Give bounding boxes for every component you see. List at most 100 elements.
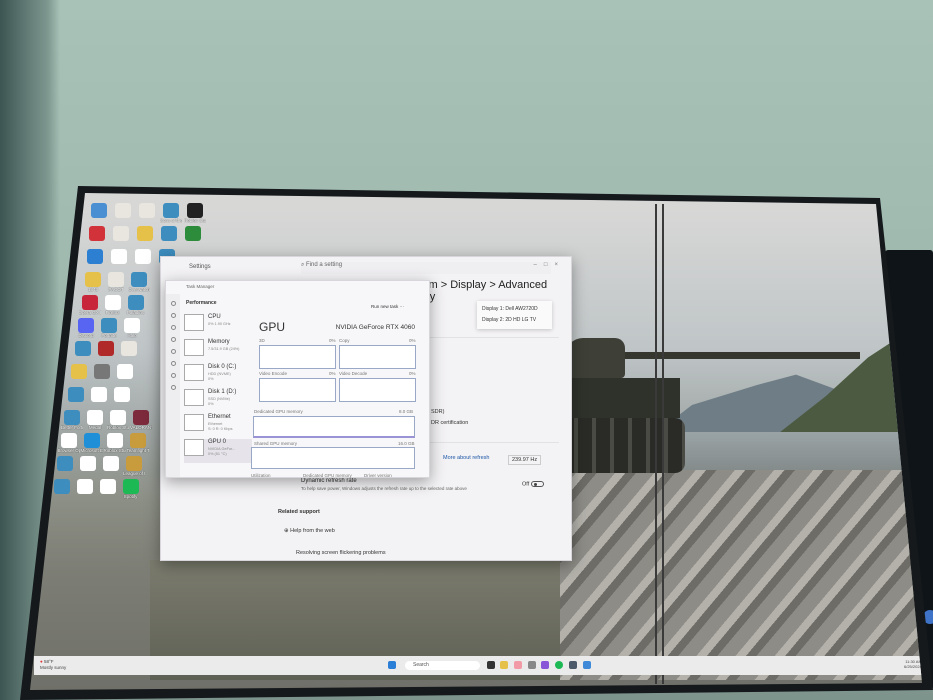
dynamic-refresh-toggle[interactable]: Off: [522, 481, 544, 487]
desktop-icon[interactable]: League of Legends: [123, 456, 145, 476]
desktop-icon[interactable]: Roblox Studio: [184, 203, 206, 223]
flicker-help-link[interactable]: Resolving screen flickering problems: [296, 550, 386, 556]
app-icon: [117, 364, 133, 379]
resource-item[interactable]: Memory 7.5/31.9 GB (24%): [184, 339, 252, 363]
desktop-icon[interactable]: [91, 364, 113, 379]
display-select-dropdown[interactable]: Display 1: Dell AW2720D Display 2: 2D HD…: [477, 301, 552, 329]
desktop-icon[interactable]: [112, 203, 134, 218]
desktop-icon[interactable]: Spotify: [120, 479, 142, 499]
app-icon: [94, 364, 110, 379]
desktop-icon[interactable]: [68, 364, 90, 379]
desktop-icon[interactable]: [134, 226, 156, 241]
desktop-icon[interactable]: [54, 456, 76, 471]
app-icon[interactable]: [583, 661, 591, 669]
resource-name: CPU: [208, 314, 221, 320]
display-option[interactable]: Display 1: Dell AW2720D: [482, 304, 547, 315]
desktop-icon[interactable]: [108, 249, 130, 264]
desktop-icon[interactable]: [100, 456, 122, 471]
app-icon[interactable]: [541, 661, 549, 669]
gpu-title: GPU: [259, 320, 286, 334]
desktop-icon[interactable]: Roblox Studio: [107, 410, 129, 430]
steam-icon[interactable]: [569, 661, 577, 669]
app-icon[interactable]: [528, 661, 536, 669]
desktop-icon[interactable]: [95, 341, 117, 356]
settings-search-input[interactable]: ⌕ Find a setting: [301, 262, 551, 274]
desktop-icon[interactable]: [114, 364, 136, 379]
taskbar-search[interactable]: Search: [405, 661, 480, 670]
nav-rail[interactable]: [166, 294, 180, 477]
window-controls[interactable]: –□×: [534, 262, 565, 268]
app-icon: [127, 295, 144, 310]
desktop-icon[interactable]: PACOT: [105, 272, 127, 292]
desktop-icon[interactable]: Browser Opera: [58, 433, 80, 453]
resource-stats: SSD (NVMe) 0%: [208, 397, 230, 406]
desktop-icon[interactable]: [72, 341, 94, 356]
app-icon: [78, 318, 94, 333]
window-title: Task Manager: [186, 284, 215, 289]
resource-item[interactable]: Disk 0 (C:) HDD (NVME) 0%: [184, 364, 252, 388]
desktop-icon-label: Browser Opera: [57, 448, 80, 453]
desktop-icon[interactable]: [88, 203, 110, 218]
desktop-icon[interactable]: [51, 479, 73, 494]
desktop-icon[interactable]: [111, 387, 133, 402]
task-manager-window: Task Manager Performance Run new task ··…: [165, 280, 430, 478]
desktop-icon[interactable]: Roblox Studio: [104, 433, 126, 453]
app-icon: [131, 272, 147, 287]
app-icon: [122, 479, 139, 494]
section-title: Performance: [186, 300, 217, 306]
app-icon: [83, 433, 100, 448]
desktop-icon[interactable]: [88, 387, 110, 402]
desktop-icon[interactable]: [84, 249, 106, 264]
screen-line-artifact: [655, 204, 657, 684]
resource-item[interactable]: Disk 1 (D:) SSD (NVMe) 0%: [184, 389, 252, 413]
desktop-icon[interactable]: [132, 249, 154, 264]
desktop-icon[interactable]: Firefox: [102, 295, 124, 315]
resource-item[interactable]: Ethernet Ethernet S: 0 R: 0 Kbps: [184, 414, 252, 438]
desktop-icon[interactable]: [77, 456, 99, 471]
run-new-task-button[interactable]: Run new task ···: [371, 304, 404, 309]
desktop-icon[interactable]: VALORANT: [130, 410, 152, 430]
resource-item[interactable]: GPU 0 NVIDIA GeFor... 0% (51 °C): [184, 439, 252, 463]
desktop-icon[interactable]: [110, 226, 132, 241]
resource-thumbnail-graph: [184, 414, 204, 431]
file-explorer-icon[interactable]: [500, 661, 508, 669]
app-icon: [163, 203, 179, 218]
desktop-icon[interactable]: Medal: [84, 410, 106, 430]
desktop-icon-label: 1843: [87, 287, 98, 292]
desktop-icon[interactable]: [118, 341, 140, 356]
resource-thumbnail-graph: [184, 314, 204, 331]
desktop-icon[interactable]: Teamfight Tactics: [127, 433, 149, 453]
desktop-icon[interactable]: Opera GX Browser: [79, 295, 101, 315]
desktop-icon[interactable]: Better Fortress: [61, 410, 83, 430]
display-option[interactable]: Display 2: 2D HD LG TV: [482, 315, 547, 326]
start-icon[interactable]: [388, 661, 396, 669]
app-icon: [60, 433, 77, 448]
resource-item[interactable]: CPU 0% 1.90 GHz: [184, 314, 252, 338]
opera-icon[interactable]: [514, 661, 522, 669]
more-about-refresh-link[interactable]: More about refresh: [443, 455, 489, 461]
desktop-icon[interactable]: 1843: [82, 272, 104, 292]
help-from-web-item[interactable]: ⊕ Help from the web: [284, 528, 335, 534]
desktop-icon[interactable]: Overwatch: [128, 272, 150, 292]
weather-widget[interactable]: ● 58°F Mostly sunny: [40, 659, 66, 670]
desktop-icon[interactable]: [97, 479, 119, 494]
desktop-icon[interactable]: [136, 203, 158, 218]
desktop-icon[interactable]: [182, 226, 204, 241]
desktop-icon[interactable]: Fortnite: [98, 318, 120, 338]
weather-icon: ●: [40, 659, 43, 664]
desktop-icon[interactable]: [65, 387, 87, 402]
task-view-icon[interactable]: [487, 661, 495, 669]
refresh-rate-select[interactable]: 239.97 Hz: [508, 455, 542, 465]
desktop-icon[interactable]: Paladins: [125, 295, 147, 315]
desktop-icon[interactable]: [158, 226, 180, 241]
clock[interactable]: 11:30 AM 6/25/2024: [904, 659, 922, 669]
desktop-icon[interactable]: Discord: [75, 318, 97, 338]
desktop-icon[interactable]: [74, 479, 96, 494]
desktop-icon[interactable]: Halo: [121, 318, 143, 338]
desktop-icon[interactable]: Microsoft Edge: [81, 433, 103, 453]
desktop-icon[interactable]: [86, 226, 108, 241]
desktop-icon[interactable]: Sons of the Forest: [160, 203, 182, 223]
resource-name: GPU 0: [208, 439, 227, 445]
spotify-icon[interactable]: [555, 661, 563, 669]
resource-thumbnail-graph: [184, 389, 204, 406]
